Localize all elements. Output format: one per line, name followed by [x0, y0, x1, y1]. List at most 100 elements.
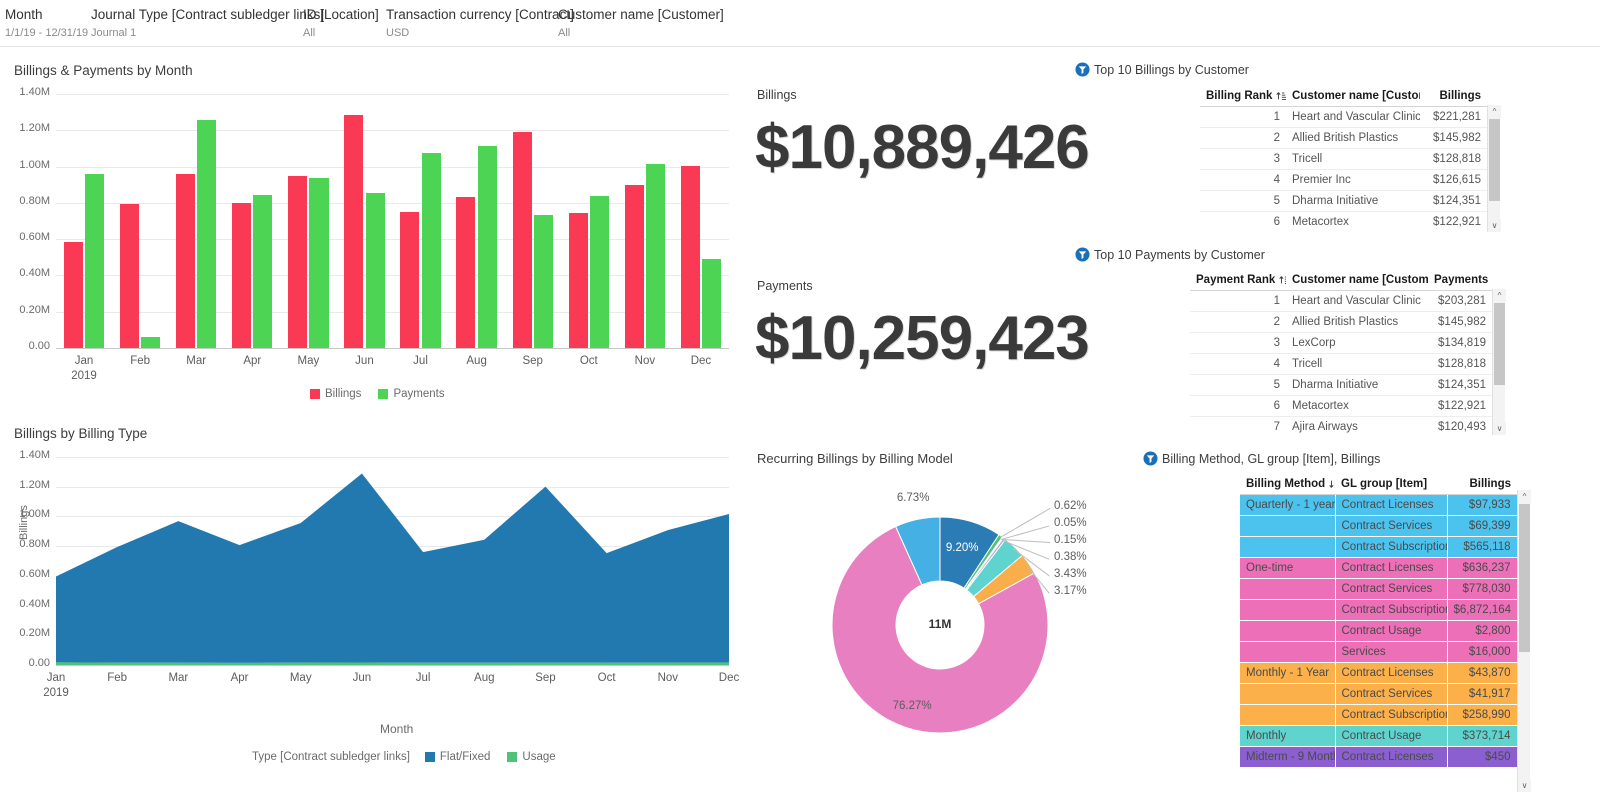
bar-payments[interactable]: [533, 214, 553, 348]
table-row[interactable]: Contract Services $41,917: [1240, 683, 1518, 706]
donut-plot: [831, 516, 1049, 734]
bar-billings[interactable]: [232, 203, 252, 348]
table-row[interactable]: Midterm - 9 MonthsContract Licenses$450: [1240, 746, 1518, 769]
bar-billings[interactable]: [63, 241, 83, 348]
billing-method-scrollbar[interactable]: ^ ∨: [1517, 490, 1531, 792]
table-cell: 6: [1190, 395, 1286, 418]
recurring-billings-donut-chart[interactable]: 11M 9.20% 76.27% 6.73% 0.62% 0.05% 0.15% 0.38% 3…: [760, 470, 1120, 760]
table-row[interactable]: Contract Subscriptions $6,872,164: [1240, 599, 1518, 622]
top-billings-table[interactable]: Billing Rank Customer name [Customer] Bill…: [1200, 86, 1487, 232]
table-row[interactable]: Contract Services $778,030: [1240, 578, 1518, 601]
column-header[interactable]: Billings: [1420, 86, 1487, 108]
donut-center-total: 11M: [928, 617, 952, 631]
table-row[interactable]: Contract Services $69,399: [1240, 515, 1518, 538]
table-row[interactable]: 2 Allied British Plastics $145,982: [1200, 127, 1487, 150]
bar-billings[interactable]: [456, 196, 476, 348]
table-row[interactable]: 1 Heart and Vascular Clinic $221,281: [1200, 106, 1487, 129]
bar-billings[interactable]: [344, 115, 364, 348]
filter-transaction-currency[interactable]: Transaction currency [Contract] USD: [386, 7, 574, 41]
billings-by-billing-type-area-chart[interactable]: 0.00 0.20M 0.40M 0.60M 0.80M 1.00M 1.20M 1.40M J…: [0, 443, 745, 713]
legend-item-billings[interactable]: Billings: [310, 388, 361, 400]
scroll-down-arrow[interactable]: ∨: [1488, 219, 1501, 232]
bar-payments[interactable]: [141, 336, 161, 348]
bar-payments[interactable]: [197, 120, 217, 348]
filter-id-location[interactable]: ID [Location] All: [303, 7, 379, 41]
legend-item-usage[interactable]: Usage: [507, 751, 556, 763]
scroll-up-arrow[interactable]: ^: [1493, 289, 1506, 302]
bar-payments[interactable]: [477, 146, 497, 348]
scroll-down-arrow[interactable]: ∨: [1518, 779, 1531, 792]
table-row[interactable]: 5 Dharma Initiative $124,351: [1200, 190, 1487, 213]
bar-billings[interactable]: [288, 175, 308, 348]
bar-billings[interactable]: [624, 185, 644, 348]
bar-billings[interactable]: [119, 204, 139, 348]
table-row[interactable]: Monthly - 1 Year Contract Licenses $43,870: [1240, 662, 1518, 685]
top-billings-scrollbar[interactable]: ^ ∨: [1487, 105, 1501, 232]
column-header[interactable]: Billing Method: [1240, 474, 1335, 496]
bar-payments[interactable]: [702, 258, 722, 348]
table-row[interactable]: One-time Contract Licenses $636,237: [1240, 557, 1518, 580]
table-cell: [1240, 641, 1336, 664]
bar-payments[interactable]: [589, 195, 609, 348]
bar-payments[interactable]: [645, 164, 666, 348]
billing-method-table-viewport[interactable]: Billing Method GL group [Item] Billings Qua…: [1240, 474, 1530, 792]
table-row[interactable]: 3 Tricell $128,818: [1200, 148, 1487, 171]
billings-payments-bar-chart[interactable]: 0.00 0.20M 0.40M 0.60M 0.80M 1.00M 1.20M 1.40M J…: [0, 80, 745, 400]
table-row[interactable]: 6 Metacortex $122,921: [1190, 395, 1492, 418]
column-header[interactable]: Payment Rank: [1190, 270, 1286, 292]
sort-ascending-icon[interactable]: [1278, 274, 1286, 286]
table-row[interactable]: Contract Subscriptions $258,990: [1240, 704, 1518, 727]
table-row[interactable]: 1 Heart and Vascular Clinic $203,281: [1190, 290, 1492, 313]
legend-item-flat-fixed[interactable]: Flat/Fixed: [424, 751, 490, 763]
table-row[interactable]: 7 Ajira Airways $120,493: [1190, 416, 1492, 435]
billing-method-table[interactable]: Billing Method GL group [Item] Billings Qua…: [1240, 474, 1518, 769]
scroll-thumb[interactable]: [1494, 303, 1505, 385]
table-row[interactable]: 4 Premier Inc $126,615: [1200, 169, 1487, 192]
table-row[interactable]: Quarterly - 1 year Contract Licenses $97,9…: [1240, 494, 1518, 517]
bar-payments[interactable]: [85, 174, 105, 348]
scroll-down-arrow[interactable]: ∨: [1493, 422, 1506, 435]
column-header[interactable]: Customer name [Customer]: [1286, 270, 1428, 292]
bar-billings[interactable]: [568, 213, 588, 348]
table-row[interactable]: 6 Metacortex $122,921: [1200, 211, 1487, 232]
filter-customer-name[interactable]: Customer name [Customer] All: [558, 7, 724, 41]
bar-payments[interactable]: [365, 193, 385, 348]
table-row[interactable]: 2 Allied British Plastics $145,982: [1190, 311, 1492, 334]
column-header[interactable]: Payments: [1428, 270, 1492, 292]
table-row[interactable]: Monthly Contract Usage $373,714: [1240, 725, 1518, 748]
column-header[interactable]: Customer name [Customer]: [1286, 86, 1420, 108]
bar-payments[interactable]: [421, 153, 441, 348]
filter-value: 1/1/19 - 12/31/19: [5, 27, 89, 39]
column-header-label: Customer name [Customer]: [1292, 90, 1420, 103]
filter-journal-type[interactable]: Journal Type [Contract subledger links] …: [91, 7, 324, 41]
filter-month[interactable]: Month 1/1/19 - 12/31/19: [5, 7, 88, 41]
bar-billings[interactable]: [176, 173, 196, 348]
sort-descending-icon[interactable]: [1328, 478, 1335, 490]
table-row[interactable]: 5 Dharma Initiative $124,351: [1190, 374, 1492, 397]
column-header[interactable]: Billings: [1447, 474, 1517, 496]
sort-ascending-icon[interactable]: [1275, 90, 1286, 102]
bar-billings[interactable]: [680, 165, 700, 348]
top-billings-table-viewport[interactable]: Billing Rank Customer name [Customer] Bill…: [1200, 86, 1500, 232]
scroll-thumb[interactable]: [1519, 504, 1530, 652]
bar-billings[interactable]: [400, 211, 420, 348]
scroll-up-arrow[interactable]: ^: [1518, 490, 1531, 503]
table-row[interactable]: Contract Subscriptions $565,118: [1240, 536, 1518, 559]
table-row[interactable]: Services $16,000: [1240, 641, 1518, 664]
table-row[interactable]: Contract Usage $2,800: [1240, 620, 1518, 643]
legend-item-payments[interactable]: Payments: [378, 388, 445, 400]
scroll-up-arrow[interactable]: ^: [1488, 105, 1501, 118]
bar-billings[interactable]: [512, 131, 532, 348]
filter-label: Transaction currency [Contract]: [386, 7, 574, 22]
top-payments-scrollbar[interactable]: ^ ∨: [1492, 289, 1506, 435]
table-row[interactable]: 3 LexCorp $134,819: [1190, 332, 1492, 355]
area-flat-fixed[interactable]: [56, 473, 729, 663]
top-payments-table-viewport[interactable]: Payment Rank Customer name [Customer] Paym…: [1190, 270, 1505, 435]
scroll-thumb[interactable]: [1489, 119, 1500, 201]
column-header[interactable]: Billing Rank: [1200, 86, 1286, 108]
bar-payments[interactable]: [253, 195, 273, 348]
column-header[interactable]: GL group [Item]: [1335, 474, 1447, 496]
bar-payments[interactable]: [309, 178, 329, 348]
table-row[interactable]: 4 Tricell $128,818: [1190, 353, 1492, 376]
top-payments-table[interactable]: Payment Rank Customer name [Customer] Paym…: [1190, 270, 1492, 435]
